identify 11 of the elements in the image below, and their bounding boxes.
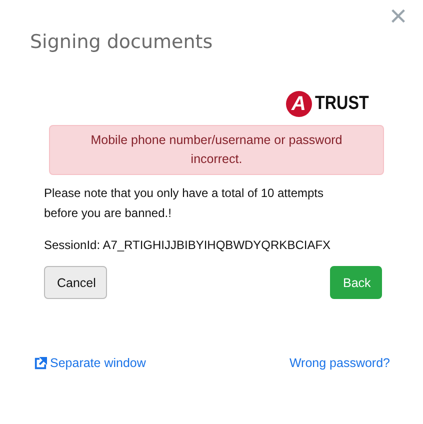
back-button[interactable]: Back (330, 266, 382, 299)
warning-text: Please note that you only have a total of 10 attempts before you are banned.! (44, 185, 325, 222)
link[interactable]: Separate window (34, 356, 146, 370)
close-button[interactable]: × (389, 2, 407, 32)
link[interactable]: Wrong password? (289, 356, 390, 370)
external-link-icon (34, 356, 47, 370)
cancel-button[interactable]: Cancel (44, 266, 107, 299)
logo: A TRUST (286, 91, 378, 117)
session-id-text: SessionId: A7_RTIGHIJJBIBYIHQBWDYQRKBCIAFX (44, 238, 332, 252)
dialog-title: Signing documents (30, 31, 213, 53)
error-alert: Mobile phone number/username or password incorrect. (49, 125, 384, 175)
